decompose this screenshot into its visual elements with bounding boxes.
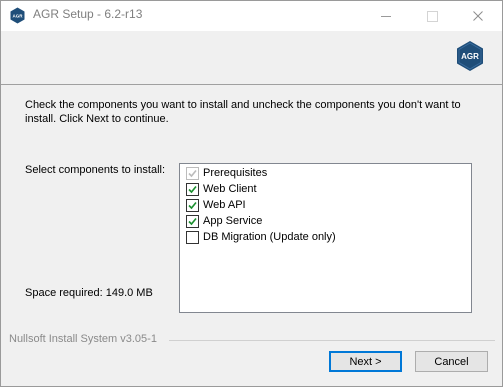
installer-window: AGR AGR Setup - 6.2-r13 AGR Check the co… [0, 0, 503, 387]
component-checkbox[interactable] [186, 198, 199, 212]
checkmark-icon [188, 169, 197, 177]
component-label: App Service [203, 215, 263, 227]
space-required-label: Space required: 149.0 MB [25, 287, 153, 299]
component-item[interactable]: Web API [186, 197, 246, 213]
title-logo-text: AGR [13, 14, 24, 19]
branding-divider [169, 340, 495, 341]
nsis-branding: Nullsoft Install System v3.05-1 [9, 333, 157, 345]
minimize-button[interactable] [363, 1, 409, 31]
component-checkbox [186, 166, 199, 180]
component-label: Prerequisites [203, 167, 268, 179]
component-checkbox[interactable] [186, 230, 199, 244]
intro-text: Check the components you want to install… [25, 99, 461, 125]
component-label: Web API [203, 199, 246, 211]
component-item[interactable]: Web Client [186, 181, 257, 197]
agr-logo-icon: AGR [10, 7, 25, 24]
agr-logo-icon: AGR [457, 41, 483, 71]
close-icon [473, 11, 483, 21]
header-banner: AGR [1, 31, 502, 85]
component-item[interactable]: App Service [186, 213, 262, 229]
component-item[interactable]: Prerequisites [186, 165, 267, 181]
component-checkbox[interactable] [186, 182, 199, 196]
component-item[interactable]: DB Migration (Update only) [186, 229, 336, 245]
component-label: Web Client [203, 183, 257, 195]
minimize-icon [381, 15, 391, 17]
header-logo-text: AGR [461, 52, 479, 61]
checkmark-icon [188, 201, 197, 209]
select-components-label: Select components to install: [25, 164, 166, 176]
next-button[interactable]: Next > [329, 351, 402, 372]
checkmark-icon [188, 217, 197, 225]
maximize-button[interactable] [409, 1, 455, 31]
window-title: AGR Setup - 6.2-r13 [33, 7, 143, 21]
component-checkbox[interactable] [186, 214, 199, 228]
component-label: DB Migration (Update only) [203, 231, 336, 243]
close-button[interactable] [455, 1, 501, 31]
title-bar[interactable]: AGR AGR Setup - 6.2-r13 [1, 1, 502, 31]
cancel-button[interactable]: Cancel [415, 351, 488, 372]
checkmark-icon [188, 185, 197, 193]
page-body: Check the components you want to install… [1, 85, 502, 386]
components-tree[interactable]: Prerequisites Web Client Web API App Servic… [179, 163, 472, 313]
maximize-icon [426, 10, 438, 22]
